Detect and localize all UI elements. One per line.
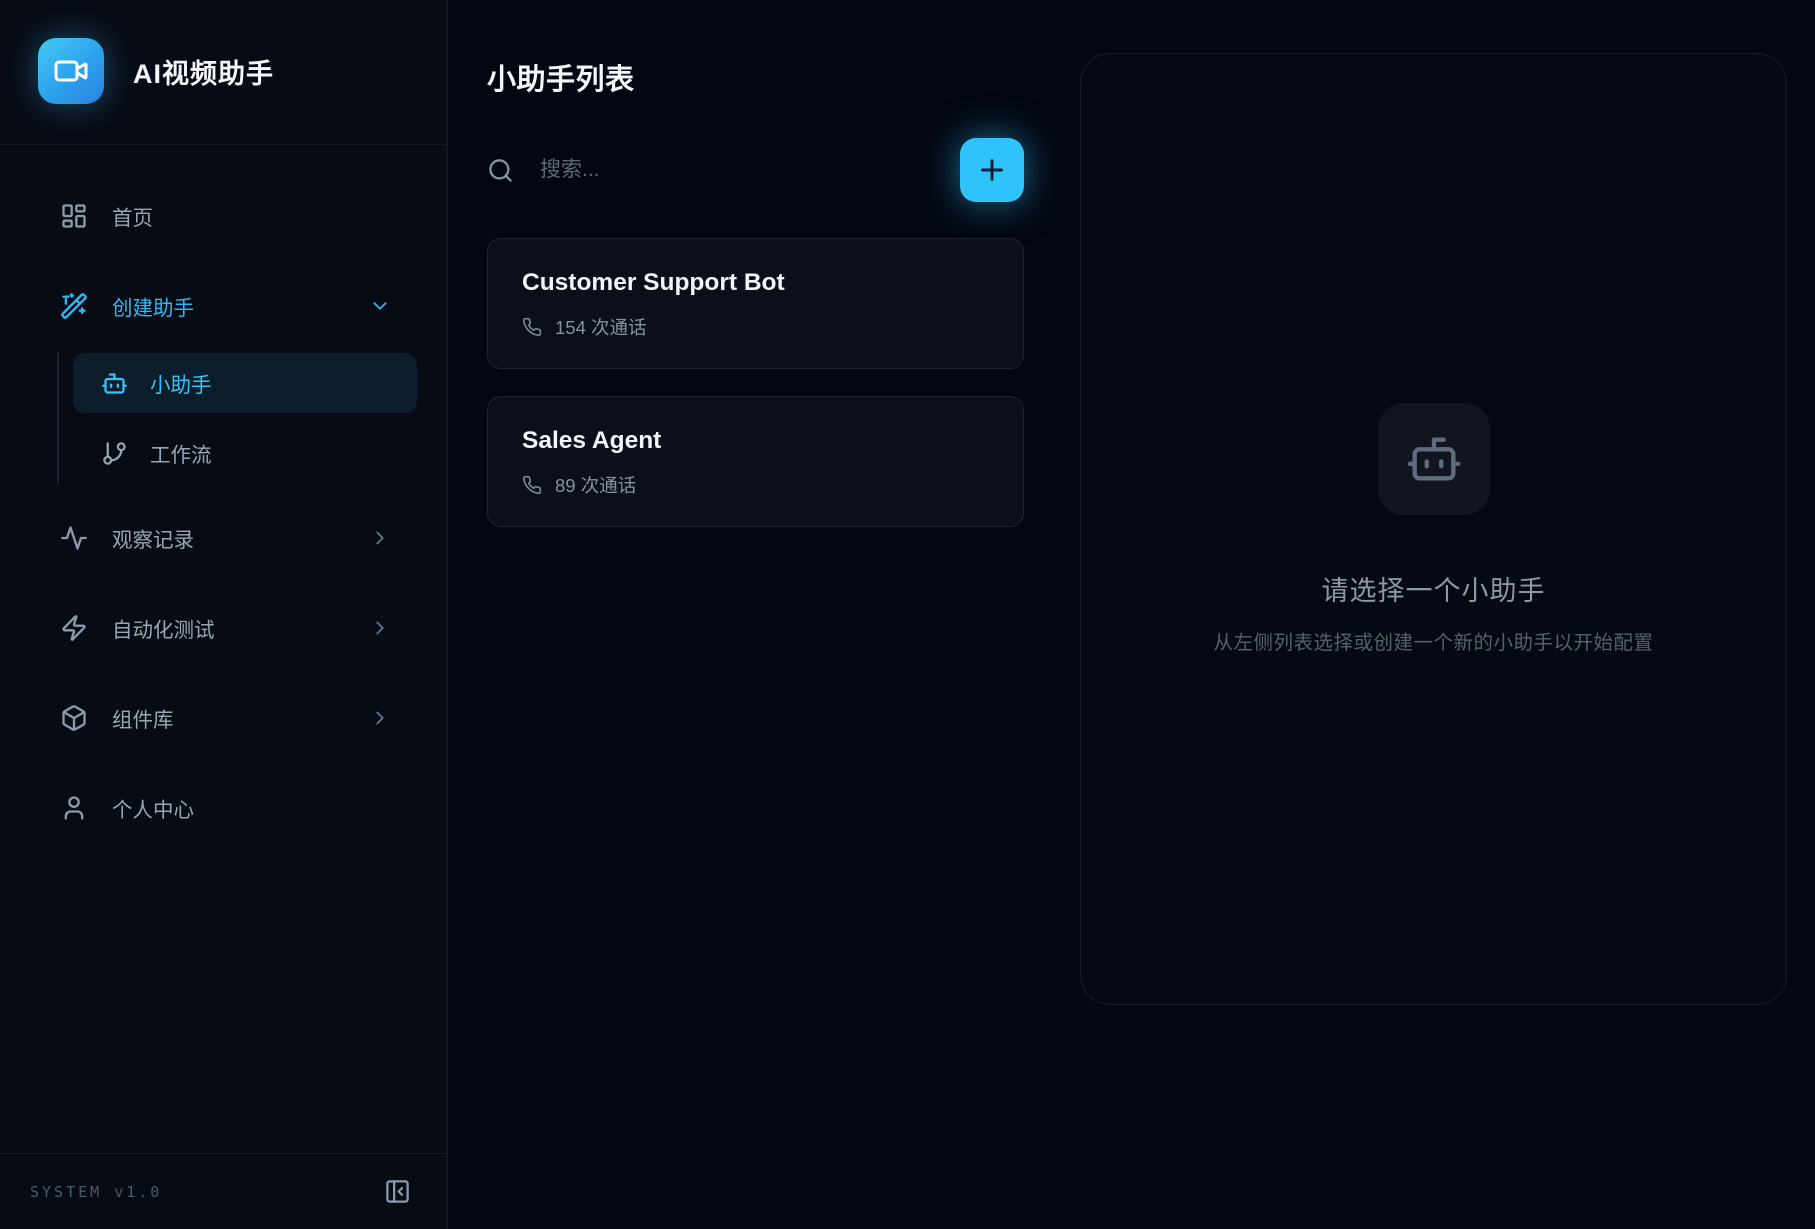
search-input[interactable] [540,158,946,182]
phone-icon [522,317,542,337]
assistant-name: Customer Support Bot [522,269,989,297]
magic-wand-icon [60,292,88,320]
empty-state-subtitle: 从左侧列表选择或创建一个新的小助手以开始配置 [1213,626,1653,655]
sidebar-subitem-workflow[interactable]: 工作流 [73,423,417,483]
bot-icon [1405,430,1463,488]
add-assistant-button[interactable] [960,138,1024,202]
sidebar-item-home[interactable]: 首页 [30,187,417,245]
sidebar-item-automation-test[interactable]: 自动化测试 [30,599,417,657]
phone-icon [522,475,542,495]
sidebar-item-label: 创建助手 [112,291,194,321]
sidebar-subitem-assistants[interactable]: 小助手 [73,353,417,413]
empty-state-title: 请选择一个小助手 [1322,569,1546,608]
video-camera-icon [53,53,89,89]
sidebar-item-component-library[interactable]: 组件库 [30,689,417,747]
sidebar-nav: 首页 创建助手 小助手 [0,145,447,837]
panel-left-close-icon [384,1178,411,1205]
sidebar-item-observation-logs[interactable]: 观察记录 [30,509,417,567]
sidebar: AI视频助手 首页 创建助手 [0,0,448,1229]
sidebar-item-create-assistant[interactable]: 创建助手 [30,277,417,335]
zap-icon [60,614,88,642]
sidebar-item-label: 自动化测试 [112,613,215,643]
app-logo [38,38,104,104]
sidebar-item-profile[interactable]: 个人中心 [30,779,417,837]
activity-icon [60,524,88,552]
chevron-right-icon [369,707,391,729]
box-icon [60,704,88,732]
sidebar-item-label: 观察记录 [112,523,194,553]
call-count-label: 154 次通话 [555,314,647,340]
search-row [487,138,1024,202]
assistant-card[interactable]: Sales Agent 89 次通话 [487,396,1024,527]
bot-icon [101,370,128,397]
assistant-detail-panel: 请选择一个小助手 从左侧列表选择或创建一个新的小助手以开始配置 [1080,53,1787,1005]
collapse-sidebar-button[interactable] [384,1178,411,1205]
call-count-label: 89 次通话 [555,472,636,498]
assistant-call-count: 154 次通话 [522,314,989,340]
system-version: SYSTEM v1.0 [30,1183,162,1201]
assistant-name: Sales Agent [522,427,989,455]
assistant-call-count: 89 次通话 [522,472,989,498]
detail-area: 请选择一个小助手 从左侧列表选择或创建一个新的小助手以开始配置 [1080,0,1815,1229]
sidebar-footer: SYSTEM v1.0 [0,1153,447,1229]
create-assistant-submenu: 小助手 工作流 [57,353,417,483]
dashboard-icon [60,202,88,230]
assistant-list: Customer Support Bot 154 次通话 Sales Agent [487,238,1024,527]
chevron-right-icon [369,527,391,549]
empty-state-icon-box [1378,403,1490,515]
search-icon [487,157,514,184]
chevron-down-icon [369,295,391,317]
user-icon [60,794,88,822]
git-branch-icon [101,440,128,467]
sidebar-item-label: 组件库 [112,703,174,733]
assistant-card[interactable]: Customer Support Bot 154 次通话 [487,238,1024,369]
sidebar-subitem-label: 小助手 [150,368,212,398]
chevron-right-icon [369,617,391,639]
plus-icon [976,154,1008,186]
app-title: AI视频助手 [133,52,274,91]
assistant-list-panel: 小助手列表 Customer Support Bot [448,0,1080,1229]
sidebar-spacer [0,837,447,1153]
sidebar-item-label: 个人中心 [112,793,194,823]
sidebar-subitem-label: 工作流 [150,438,212,468]
sidebar-item-label: 首页 [112,201,153,231]
page-title: 小助手列表 [487,56,1024,98]
app-logo-row: AI视频助手 [0,0,447,145]
